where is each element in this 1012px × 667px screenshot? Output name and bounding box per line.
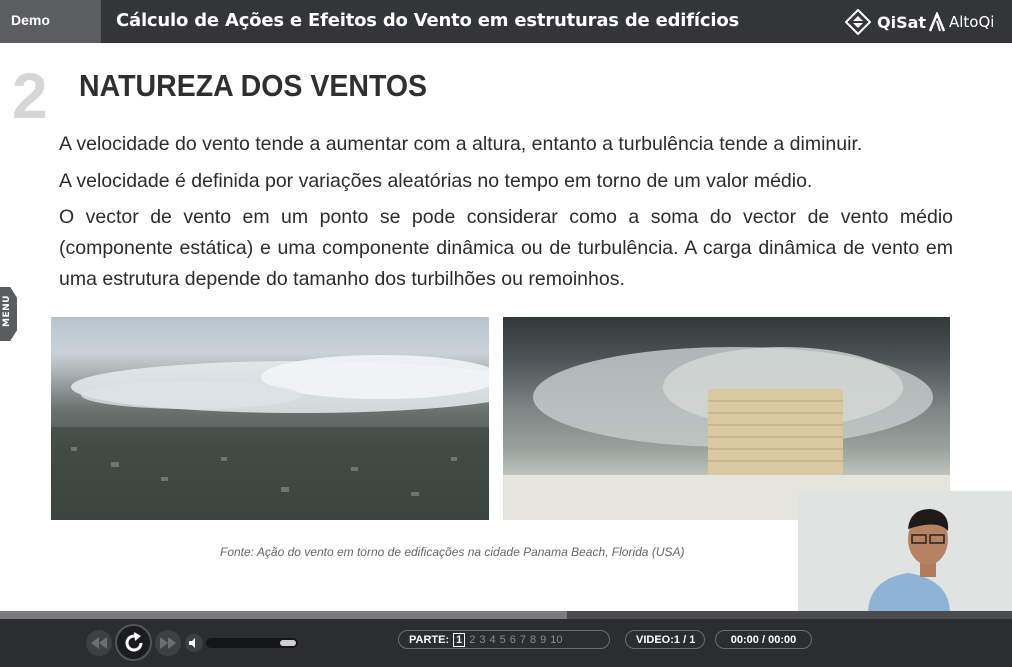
aerial-fog-photo <box>51 317 489 520</box>
demo-label: Demo <box>0 0 101 43</box>
header-bar: Demo Cálculo de Ações e Efeitos do Vento… <box>0 0 1012 43</box>
part-7-button[interactable]: 7 <box>520 634 526 646</box>
fast-forward-button[interactable] <box>155 630 181 656</box>
altoqi-logo: AltoQi <box>928 9 994 35</box>
part-6-button[interactable]: 6 <box>510 634 516 646</box>
playback-progress[interactable] <box>0 611 1012 619</box>
section-number: 2 <box>12 60 48 132</box>
paragraph-2: A velocidade é definida por variações al… <box>59 170 813 192</box>
parts-label: PARTE: <box>409 633 450 646</box>
altoqi-logo-icon <box>928 12 946 32</box>
part-2-button[interactable]: 2 <box>469 634 475 646</box>
time-value: 00:00 / 00:00 <box>730 633 797 646</box>
parts-selector: PARTE: 1 2 3 4 5 6 7 8 9 10 <box>398 630 610 649</box>
image-caption: Fonte: Ação do vento em torno de edifica… <box>220 545 685 559</box>
qisat-logo-text: QiSat <box>877 12 927 32</box>
part-4-button[interactable]: 4 <box>490 634 496 646</box>
video-value: 1 / 1 <box>673 633 696 646</box>
playback-progress-fill <box>0 611 567 619</box>
replay-icon <box>125 631 142 651</box>
part-5-button[interactable]: 5 <box>500 634 506 646</box>
time-display: 00:00 / 00:00 <box>715 630 812 649</box>
paragraph-3: O vector de vento em um ponto se pode co… <box>59 206 953 290</box>
section-title: NATUREZA DOS VENTOS <box>79 68 428 103</box>
volume-slider-handle[interactable] <box>280 640 296 646</box>
qisat-logo: QiSat <box>845 9 926 35</box>
presenter-video <box>798 491 1012 611</box>
building-fog-photo <box>503 317 950 520</box>
qisat-logo-icon <box>845 9 871 35</box>
rewind-button[interactable] <box>86 630 112 656</box>
parts-list: 1 2 3 4 5 6 7 8 9 10 <box>449 632 563 647</box>
part-9-button[interactable]: 9 <box>540 634 546 646</box>
course-title: Cálculo de Ações e Efeitos do Vento em e… <box>116 10 739 31</box>
video-indicator: VIDEO: 1 / 1 <box>625 630 705 649</box>
menu-label: MENU <box>2 295 12 327</box>
volume-slider[interactable] <box>206 638 298 648</box>
altoqi-logo-text: AltoQi <box>949 13 995 31</box>
part-1-button[interactable]: 1 <box>453 632 466 647</box>
part-3-button[interactable]: 3 <box>479 634 485 646</box>
paragraph-1: A velocidade do vento tende a aumentar c… <box>59 133 863 155</box>
volume-icon[interactable] <box>184 633 204 653</box>
video-label: VIDEO: <box>636 633 674 646</box>
replay-button[interactable] <box>115 624 152 661</box>
part-10-button[interactable]: 10 <box>550 634 562 646</box>
part-8-button[interactable]: 8 <box>530 634 536 646</box>
player-controls: PARTE: 1 2 3 4 5 6 7 8 9 10 VIDEO: 1 / 1 00:00 / … <box>0 619 1012 667</box>
side-menu-tab[interactable]: MENU <box>0 287 17 341</box>
rewind-icon <box>91 637 107 649</box>
fast-forward-icon <box>160 637 176 649</box>
